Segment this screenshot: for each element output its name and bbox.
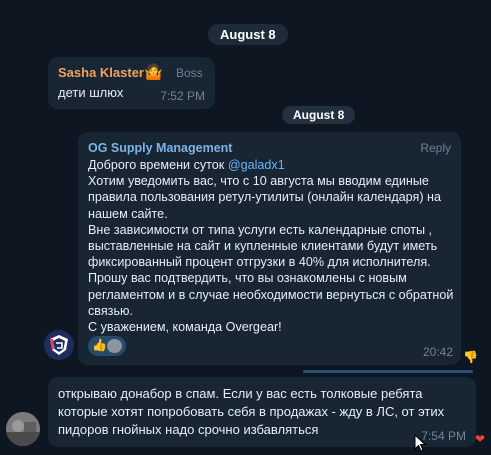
date-separator: August 8 <box>208 24 288 45</box>
message-line: регламентом и в случае необходимости вер… <box>88 287 454 302</box>
message-line: правила пользования ретул-утилиты (онлай… <box>88 190 441 205</box>
message-line: Вне зависимости от типа услуги есть кале… <box>88 222 433 237</box>
message-time: 7:52 PM <box>160 89 205 103</box>
message-line: Прошу вас подтвердить, что вы ознакомлен… <box>88 271 407 286</box>
user-mention-link[interactable]: @galadx1 <box>228 158 285 172</box>
thumbs-up-icon: 👍 <box>92 338 107 352</box>
forwarded-channel-name[interactable]: OG Supply Management <box>88 141 232 155</box>
greeting-text: Доброго времени суток <box>88 158 225 172</box>
sender-role: Boss <box>176 66 203 80</box>
message-line: выставленные на сайт и купленные клиента… <box>88 239 438 254</box>
message-line: связью. <box>88 303 133 318</box>
message-text: Доброго времени суток @galadx1 Хотим уве… <box>88 157 454 335</box>
user-avatar-icon[interactable] <box>6 412 40 446</box>
message-time: 7:54 PM <box>421 429 466 443</box>
message-line: Хотим уведомить вас, что с 10 августа мы… <box>88 174 429 189</box>
mouse-cursor-icon <box>414 433 427 455</box>
forwarded-message-bubble[interactable]: OG Supply Management Reply Доброго време… <box>78 132 461 365</box>
message-line: Доброго времени суток @galadx1 <box>88 157 454 173</box>
message-time: 20:42 <box>422 345 453 359</box>
sender-badge-emoji: 🤷 <box>144 63 163 81</box>
message-line: фиксированный процент отгрузки в 40% для… <box>88 255 431 270</box>
message-bubble[interactable]: Sasha Klaster 🤷 Boss дети шлюх 7:52 PM <box>48 57 215 109</box>
message-text: дети шлюх <box>58 85 124 100</box>
message-line: С уважением, команда Overgear! <box>88 320 282 335</box>
reactor-avatar <box>107 339 122 353</box>
message-line: которые хотят попробовать себя в продажа… <box>58 404 445 419</box>
message-bubble[interactable]: открываю донабор в спам. Если у вас есть… <box>48 377 476 447</box>
message-text: открываю донабор в спам. Если у вас есть… <box>58 385 468 439</box>
og-logo-icon[interactable] <box>44 330 74 360</box>
heart-icon[interactable]: ❤ <box>475 432 485 446</box>
reaction-chip[interactable]: 👍 <box>88 336 126 356</box>
message-line: пидоров гнойных надо срочно избавляться <box>58 422 319 437</box>
message-line: нашем сайте. <box>88 206 168 221</box>
scroll-indicator <box>303 370 473 373</box>
thumbs-down-icon[interactable]: 👎 <box>463 350 478 364</box>
message-line: открываю донабор в спам. Если у вас есть… <box>58 386 423 401</box>
reply-button[interactable]: Reply <box>420 141 451 155</box>
sender-name[interactable]: Sasha Klaster <box>58 65 144 80</box>
date-separator: August 8 <box>282 106 356 124</box>
